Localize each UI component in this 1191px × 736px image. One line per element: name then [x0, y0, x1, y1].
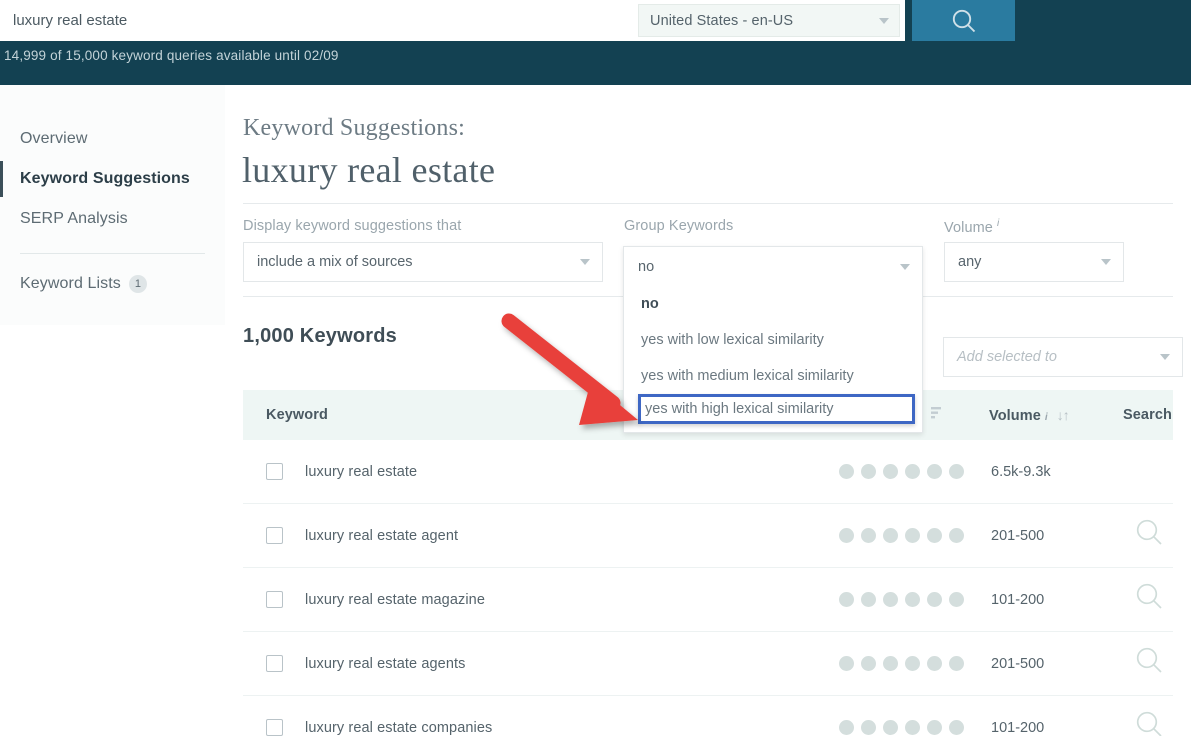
keyword-count: 1,000 Keywords	[243, 325, 397, 347]
row-search-icon[interactable]	[1133, 580, 1167, 619]
sort-arrows-icon[interactable]: ↓↑	[1057, 407, 1070, 423]
keyword-lists-badge: 1	[128, 275, 147, 293]
row-volume: 201-500	[991, 527, 1045, 544]
table-row[interactable]: luxury real estate companies 101-200	[243, 696, 1173, 736]
sidebar-item-label: Keyword Suggestions	[20, 170, 190, 187]
row-checkbox[interactable]	[266, 655, 283, 672]
row-keyword: luxury real estate companies	[305, 719, 493, 736]
bar-chart-icon[interactable]	[931, 407, 942, 425]
filter-label-volume: Volume i	[944, 218, 999, 236]
row-keyword: luxury real estate agent	[305, 527, 459, 544]
dropdown-option-label: yes with low lexical similarity	[641, 332, 824, 348]
dropdown-option-no[interactable]: no	[624, 286, 922, 322]
row-search-icon[interactable]	[1133, 516, 1167, 555]
filter-label-volume-text: Volume	[944, 219, 993, 236]
dropdown-option-label: yes with medium lexical similarity	[641, 368, 854, 384]
group-keywords-dropdown[interactable]: no no yes with low lexical similarity ye…	[623, 246, 923, 433]
page-title: luxury real estate	[242, 150, 496, 190]
filter-select-sources[interactable]: include a mix of sources	[243, 242, 603, 282]
chevron-down-icon	[900, 263, 910, 270]
sidebar-item-keyword-suggestions[interactable]: Keyword Suggestions	[0, 159, 225, 199]
row-competition-dots	[839, 720, 964, 735]
search-input[interactable]	[1, 1, 638, 40]
keywords-table: Keyword Volume i ↓↑ Search luxury real e…	[243, 390, 1173, 736]
table-row[interactable]: luxury real estate agents 201-500	[243, 632, 1173, 696]
sidebar-item-label: Overview	[20, 130, 88, 147]
column-header-volume-text: Volume	[989, 407, 1041, 424]
chevron-down-icon	[580, 259, 590, 265]
column-header-keyword[interactable]: Keyword	[266, 407, 328, 423]
chevron-down-icon	[879, 17, 889, 24]
row-competition-dots	[839, 592, 964, 607]
dropdown-option-medium[interactable]: yes with medium lexical similarity	[624, 358, 922, 394]
row-volume: 6.5k-9.3k	[991, 463, 1051, 480]
row-volume: 101-200	[991, 591, 1045, 608]
row-checkbox[interactable]	[266, 527, 283, 544]
country-select-label: United States - en-US	[650, 12, 794, 29]
row-volume: 201-500	[991, 655, 1045, 672]
table-row[interactable]: luxury real estate agent 201-500	[243, 504, 1173, 568]
sidebar-item-label: SERP Analysis	[20, 210, 128, 227]
row-keyword: luxury real estate agents	[305, 655, 466, 672]
filter-label-sources: Display keyword suggestions that	[243, 218, 462, 234]
table-row[interactable]: luxury real estate magazine 101-200	[243, 568, 1173, 632]
sidebar-divider	[20, 253, 205, 254]
add-selected-to-select[interactable]: Add selected to	[943, 337, 1183, 377]
dropdown-option-low[interactable]: yes with low lexical similarity	[624, 322, 922, 358]
dropdown-option-high[interactable]: yes with high lexical similarity	[638, 394, 915, 424]
row-keyword: luxury real estate magazine	[305, 591, 486, 608]
chevron-down-icon	[1160, 354, 1170, 360]
row-checkbox[interactable]	[266, 463, 283, 480]
dropdown-option-label: no	[641, 296, 659, 312]
row-competition-dots	[839, 656, 964, 671]
add-selected-to-placeholder: Add selected to	[957, 349, 1057, 365]
sidebar: Overview Keyword Suggestions SERP Analys…	[0, 85, 225, 325]
dropdown-option-label: yes with high lexical similarity	[645, 401, 834, 417]
info-icon[interactable]: i	[1045, 412, 1048, 423]
row-search-icon[interactable]	[1133, 708, 1167, 736]
app-root: United States - en-US 14,999 of 15,000 k…	[0, 0, 1191, 736]
row-checkbox[interactable]	[266, 591, 283, 608]
search-icon	[949, 6, 979, 36]
top-bar: United States - en-US 14,999 of 15,000 k…	[0, 0, 1191, 85]
search-button[interactable]	[912, 0, 1015, 41]
sidebar-item-serp-analysis[interactable]: SERP Analysis	[0, 199, 225, 239]
row-competition-dots	[839, 528, 964, 543]
sidebar-item-keyword-lists[interactable]: Keyword Lists 1	[0, 264, 225, 304]
chevron-down-icon	[1101, 259, 1111, 265]
country-select[interactable]: United States - en-US	[638, 4, 900, 37]
filter-select-volume-value: any	[958, 254, 982, 270]
quota-text: 14,999 of 15,000 keyword queries availab…	[4, 48, 339, 63]
row-volume: 101-200	[991, 719, 1045, 736]
column-header-volume[interactable]: Volume i ↓↑	[989, 407, 1070, 424]
search-bar: United States - en-US	[0, 0, 905, 41]
row-search-icon[interactable]	[1133, 644, 1167, 683]
sidebar-item-overview[interactable]: Overview	[0, 119, 225, 159]
group-keywords-select[interactable]: no	[624, 247, 922, 286]
info-icon[interactable]: i	[997, 218, 999, 229]
filter-label-group-keywords: Group Keywords	[624, 218, 734, 234]
filter-select-sources-value: include a mix of sources	[257, 254, 413, 270]
group-keywords-current-value: no	[638, 258, 655, 275]
column-header-search: Search	[1123, 407, 1172, 423]
table-row[interactable]: luxury real estate 6.5k-9.3k	[243, 440, 1173, 504]
row-checkbox[interactable]	[266, 719, 283, 736]
page-subtitle: Keyword Suggestions:	[243, 115, 465, 141]
row-competition-dots	[839, 464, 964, 479]
title-divider	[243, 203, 1173, 204]
row-keyword: luxury real estate	[305, 463, 418, 480]
sidebar-item-label: Keyword Lists	[20, 275, 121, 292]
filter-select-volume[interactable]: any	[944, 242, 1124, 282]
